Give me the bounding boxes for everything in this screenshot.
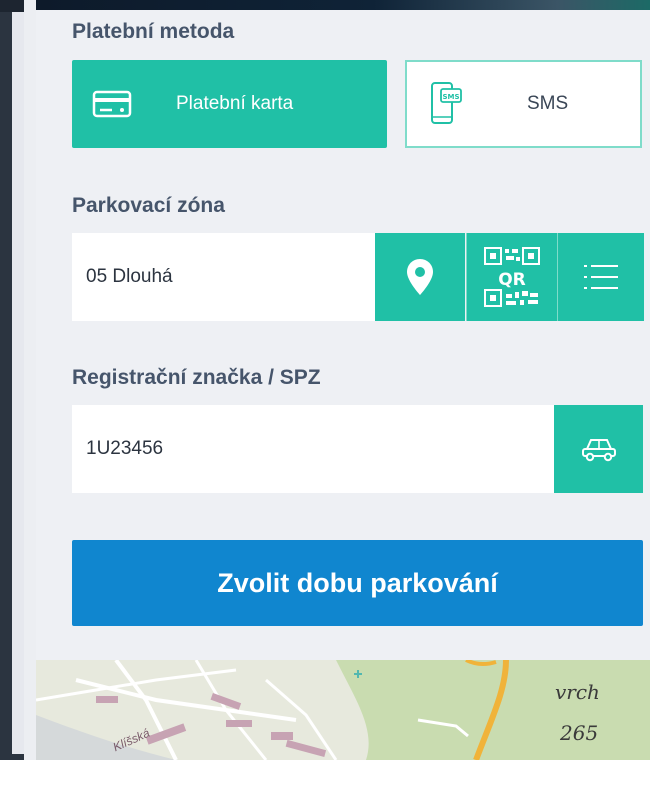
bottom-edge	[0, 760, 650, 785]
list-icon	[584, 265, 618, 289]
top-header-strip	[36, 0, 650, 10]
parking-zone-value: 05 Dlouhá	[86, 266, 173, 287]
zone-qr-scan-button[interactable]: QR	[466, 233, 557, 321]
left-frame-cap	[0, 0, 24, 12]
payment-method-label: Platební metoda	[72, 20, 235, 43]
left-frame-inner	[12, 12, 24, 754]
qr-code-icon: QR	[484, 247, 540, 307]
location-pin-icon	[407, 259, 433, 295]
plate-value: 1U23456	[86, 438, 164, 459]
sms-phone-icon: SMS	[431, 82, 462, 124]
car-icon	[581, 439, 616, 462]
payment-sms-label: SMS	[527, 93, 569, 114]
payment-sms-button[interactable]: SMS SMS	[405, 60, 642, 148]
parking-zone-label: Parkovací zóna	[72, 194, 225, 217]
parking-zone-input[interactable]: 05 Dlouhá	[72, 233, 375, 321]
payment-card-label: Platební karta	[176, 93, 294, 114]
left-frame	[0, 0, 24, 785]
plate-input[interactable]: 1U23456	[72, 405, 554, 493]
credit-card-icon	[92, 90, 132, 118]
saved-vehicles-button[interactable]	[554, 405, 643, 493]
qr-text: QR	[498, 270, 526, 290]
svg-text:SMS: SMS	[442, 93, 459, 101]
map-label-vrch: vrch	[555, 680, 600, 704]
zone-list-button[interactable]	[557, 233, 644, 321]
zone-location-button[interactable]	[375, 233, 465, 321]
map-label-elevation: 265	[560, 721, 599, 745]
plate-label: Registrační značka / SPZ	[72, 366, 321, 389]
payment-card-button[interactable]: Platební karta	[72, 60, 387, 148]
choose-parking-duration-button[interactable]: Zvolit dobu parkování	[72, 540, 643, 626]
